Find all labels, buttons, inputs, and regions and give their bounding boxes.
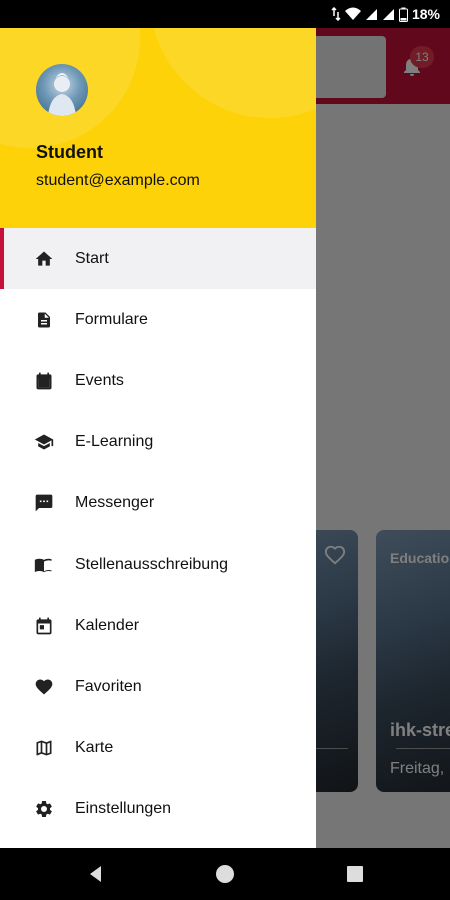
map-icon [34, 738, 54, 758]
drawer-item-label: Favoriten [75, 677, 142, 695]
home-button-icon[interactable] [213, 862, 237, 886]
cell-signal-icon [365, 9, 377, 20]
avatar-person-icon [48, 73, 76, 116]
drawer-item-karte[interactable]: Karte [0, 718, 316, 779]
drawer-item-label: Karte [75, 739, 114, 757]
drawer-item-e-learning[interactable]: E-Learning [0, 412, 316, 473]
calendar-icon [34, 616, 54, 636]
navigation-drawer: Student student@example.com Start Formul… [0, 28, 316, 848]
system-navigation-bar [0, 848, 450, 900]
gear-icon [34, 799, 54, 819]
drawer-menu: Start Formulare Events E-Learning Messen… [0, 228, 316, 840]
drawer-item-einstellungen[interactable]: Einstellungen [0, 779, 316, 840]
drawer-item-label: E-Learning [75, 433, 154, 451]
drawer-item-kalender[interactable]: Kalender [0, 595, 316, 656]
drawer-item-formulare[interactable]: Formulare [0, 289, 316, 350]
battery-icon [398, 7, 408, 22]
heart-icon [34, 677, 54, 697]
drawer-header: Student student@example.com [0, 28, 316, 228]
drawer-item-favoriten[interactable]: Favoriten [0, 656, 316, 717]
avatar[interactable] [36, 64, 88, 116]
drawer-item-messenger[interactable]: Messenger [0, 473, 316, 534]
chat-bubble-icon [34, 493, 54, 513]
graduation-cap-icon [34, 432, 54, 452]
drawer-item-label: Kalender [75, 616, 140, 634]
user-email: student@example.com [36, 172, 200, 189]
signal-arrows-icon [331, 7, 341, 21]
document-icon [34, 310, 54, 330]
back-icon[interactable] [84, 862, 108, 886]
drawer-item-label: Events [75, 371, 124, 389]
status-bar: 18% [0, 0, 450, 28]
cell-signal-2-icon [382, 9, 394, 20]
battery-percentage: 18% [411, 6, 440, 22]
drawer-item-events[interactable]: Events [0, 350, 316, 411]
open-book-icon [34, 555, 54, 575]
calendar-event-icon [34, 371, 54, 391]
drawer-item-start[interactable]: Start [0, 228, 316, 290]
drawer-item-label: Formulare [75, 310, 148, 328]
drawer-item-label: Stellenausschreibung [75, 555, 228, 573]
user-name: Student [36, 142, 103, 162]
recents-icon[interactable] [343, 862, 367, 886]
drawer-item-label: Einstellungen [75, 800, 172, 818]
decorative-circle [150, 28, 316, 118]
wifi-icon [344, 7, 361, 20]
drawer-item-stellenausschreibung[interactable]: Stellenausschreibung [0, 534, 316, 595]
drawer-item-label: Messenger [75, 494, 155, 512]
home-icon [34, 249, 54, 269]
drawer-item-label: Start [75, 249, 109, 267]
